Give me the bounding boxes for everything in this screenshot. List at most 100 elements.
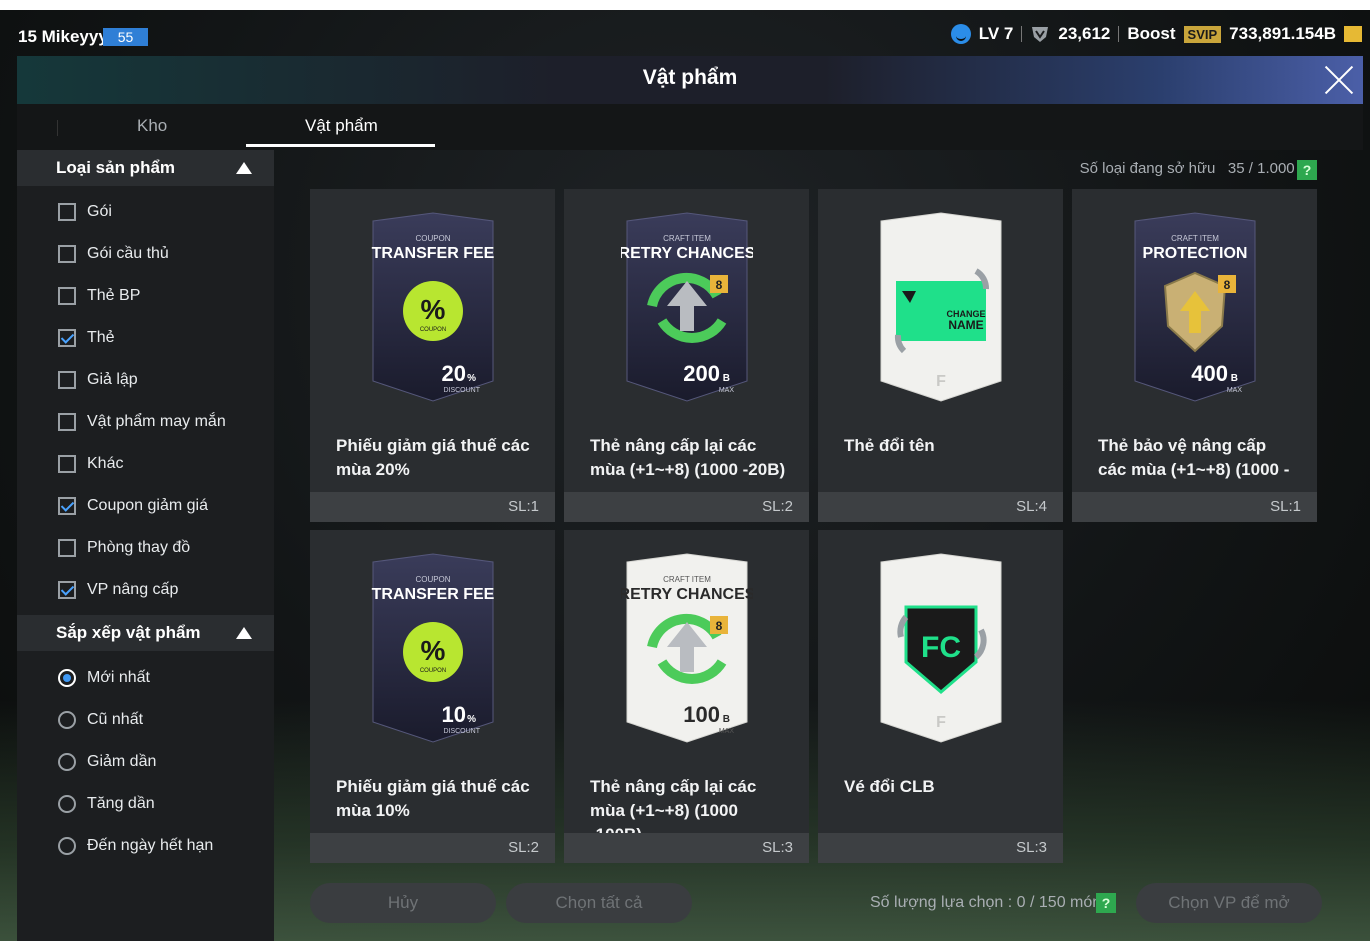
- svg-text:%: %: [467, 714, 476, 725]
- filter-option-goi-cau-thu[interactable]: Gói cầu thủ: [58, 242, 169, 266]
- item-quantity: SL:1: [508, 498, 539, 515]
- checkbox[interactable]: [58, 497, 76, 515]
- dialog-title: Vật phẩm: [642, 66, 738, 89]
- filter-option-vat-pham-may-man[interactable]: Vật phẩm may mắn: [58, 410, 226, 434]
- sort-option-moi-nhat[interactable]: Mới nhất: [58, 666, 150, 690]
- checkbox[interactable]: [58, 539, 76, 557]
- item-quantity-bar: SL:3: [818, 833, 1063, 863]
- item-card-art: CRAFT ITEM RETRY CHANCES 8 200 B MAX: [564, 189, 809, 419]
- sort-option-label: Mới nhất: [87, 669, 150, 686]
- filter-option-label: Gói cầu thủ: [87, 245, 169, 262]
- coin-value: 733,891.154B: [1229, 24, 1336, 43]
- item-card-art: CHANGE NAME F: [818, 189, 1063, 419]
- item-card[interactable]: CHANGE NAME F Thẻ đổi tên SL:4: [818, 189, 1063, 522]
- radio-button[interactable]: [58, 669, 76, 687]
- svg-text:FC: FC: [921, 631, 961, 664]
- item-card[interactable]: CRAFT ITEM PROTECTION 8 400 B MAX Thẻ bảo vệ n…: [1072, 189, 1317, 522]
- svg-text:8: 8: [715, 278, 722, 292]
- retry-arrows-icon: CRAFT ITEM RETRY CHANCES 8 100 B MAX: [621, 553, 753, 743]
- item-quantity-bar: SL:4: [818, 492, 1063, 522]
- checkbox[interactable]: [58, 413, 76, 431]
- svg-text:F: F: [936, 373, 946, 390]
- filter-option-phong-thay-do[interactable]: Phòng thay đồ: [58, 536, 190, 560]
- checkbox[interactable]: [58, 287, 76, 305]
- sort-section-title: Sắp xếp vật phẩm: [56, 623, 201, 642]
- item-name: Phiếu giảm giá thuế các mùa 20%: [336, 436, 530, 479]
- filter-option-vp-nang-cap[interactable]: VP nâng cấp: [58, 578, 178, 602]
- sort-option-den-ngay-het-han[interactable]: Đến ngày hết hạn: [58, 834, 213, 858]
- svg-text:COUPON: COUPON: [419, 327, 445, 333]
- filter-option-khac[interactable]: Khác: [58, 452, 123, 476]
- lv-label: LV 7: [978, 24, 1014, 43]
- select-all-button[interactable]: Chọn tất cả: [506, 883, 692, 923]
- filter-option-label: Gói: [87, 203, 112, 220]
- filter-option-coupon-giam-gia[interactable]: Coupon giảm giá: [58, 494, 208, 518]
- sort-section-header[interactable]: Sắp xếp vật phẩm: [17, 615, 274, 651]
- item-card[interactable]: COUPON TRANSFER FEE% COUPON 20% DISCOUNT Phiế…: [310, 189, 555, 522]
- svg-text:%: %: [467, 373, 476, 384]
- radio-button[interactable]: [58, 753, 76, 771]
- sort-option-tang-dan[interactable]: Tăng dần: [58, 792, 155, 816]
- divider: [1021, 26, 1023, 42]
- svg-text:10: 10: [441, 702, 465, 727]
- checkbox[interactable]: [58, 203, 76, 221]
- filter-option-label: Giả lập: [87, 371, 138, 388]
- svg-text:CRAFT ITEM: CRAFT ITEM: [1171, 234, 1219, 243]
- item-card-art: CRAFT ITEM PROTECTION 8 400 B MAX: [1072, 189, 1317, 419]
- currency-stats: LV 7 23,612 Boost SVIP 733,891.154B: [950, 24, 1362, 44]
- active-tab-underline: [246, 144, 435, 147]
- item-quantity: SL:1: [1270, 498, 1301, 515]
- item-quantity: SL:2: [762, 498, 793, 515]
- sort-option-cu-nhat[interactable]: Cũ nhất: [58, 708, 143, 732]
- item-card-art: CRAFT ITEM RETRY CHANCES 8 100 B MAX: [564, 530, 809, 760]
- owned-help-button[interactable]: ?: [1297, 160, 1317, 180]
- collapse-triangle-icon: [236, 162, 252, 174]
- radio-button[interactable]: [58, 837, 76, 855]
- percent-coupon-icon: COUPON TRANSFER FEE% COUPON 20 % DISCOUNT: [371, 212, 494, 402]
- item-quantity-bar: SL:1: [1072, 492, 1317, 522]
- checkbox[interactable]: [58, 371, 76, 389]
- svg-text:8: 8: [715, 619, 722, 633]
- item-quantity: SL:4: [1016, 498, 1047, 515]
- filter-section-header[interactable]: Loại sản phẩm: [17, 150, 274, 186]
- svg-text:TRANSFER FEE: TRANSFER FEE: [371, 586, 494, 603]
- selection-help-button[interactable]: ?: [1096, 893, 1116, 913]
- player-level-badge: 55: [103, 28, 148, 46]
- filter-option-label: Coupon giảm giá: [87, 497, 208, 514]
- owned-count: Số loại đang sở hữu 35 / 1.000 cái: [1080, 160, 1318, 177]
- item-quantity-bar: SL:1: [310, 492, 555, 522]
- checkbox[interactable]: [58, 329, 76, 347]
- filter-option-the[interactable]: Thẻ: [58, 326, 115, 350]
- svip-badge: SVIP: [1183, 25, 1222, 43]
- item-card[interactable]: COUPON TRANSFER FEE% COUPON 10% DISCOUNT Phiế…: [310, 530, 555, 863]
- svg-text:MAX: MAX: [1226, 387, 1242, 394]
- close-button[interactable]: [1321, 61, 1357, 97]
- svg-text:NAME: NAME: [948, 318, 983, 332]
- item-quantity-bar: SL:2: [564, 492, 809, 522]
- points-value: 23,612: [1058, 24, 1111, 43]
- item-card[interactable]: CRAFT ITEM RETRY CHANCES 8 200 B MAX Thẻ nâng …: [564, 189, 809, 522]
- filter-option-goi[interactable]: Gói: [58, 200, 112, 224]
- radio-button[interactable]: [58, 711, 76, 729]
- checkbox[interactable]: [58, 581, 76, 599]
- item-card[interactable]: CRAFT ITEM RETRY CHANCES 8 100 B MAX Thẻ nâng …: [564, 530, 809, 863]
- filter-option-the-bp[interactable]: Thẻ BP: [58, 284, 140, 308]
- item-quantity: SL:2: [508, 839, 539, 856]
- cancel-button[interactable]: Hủy: [310, 883, 496, 923]
- open-items-button[interactable]: Chọn VP để mở: [1136, 883, 1322, 923]
- tab-kho[interactable]: Kho: [137, 116, 167, 136]
- item-card[interactable]: FC F Vé đổi CLB SL:3: [818, 530, 1063, 863]
- item-name: Phiếu giảm giá thuế các mùa 10%: [336, 777, 530, 820]
- checkbox[interactable]: [58, 245, 76, 263]
- sort-option-label: Giảm dần: [87, 753, 157, 770]
- svg-text:B: B: [722, 373, 729, 384]
- svg-text:200: 200: [683, 361, 720, 386]
- sort-option-giam-dan[interactable]: Giảm dần: [58, 750, 156, 774]
- radio-button[interactable]: [58, 795, 76, 813]
- svg-text:COUPON: COUPON: [415, 575, 450, 584]
- tab-vat-pham[interactable]: Vật phẩm: [305, 116, 378, 136]
- divider: [57, 120, 58, 136]
- checkbox[interactable]: [58, 455, 76, 473]
- item-name: Thẻ bảo vệ nâng cấp các mùa (+1~+8) (100…: [1098, 436, 1290, 479]
- filter-option-gia-lap[interactable]: Giả lập: [58, 368, 138, 392]
